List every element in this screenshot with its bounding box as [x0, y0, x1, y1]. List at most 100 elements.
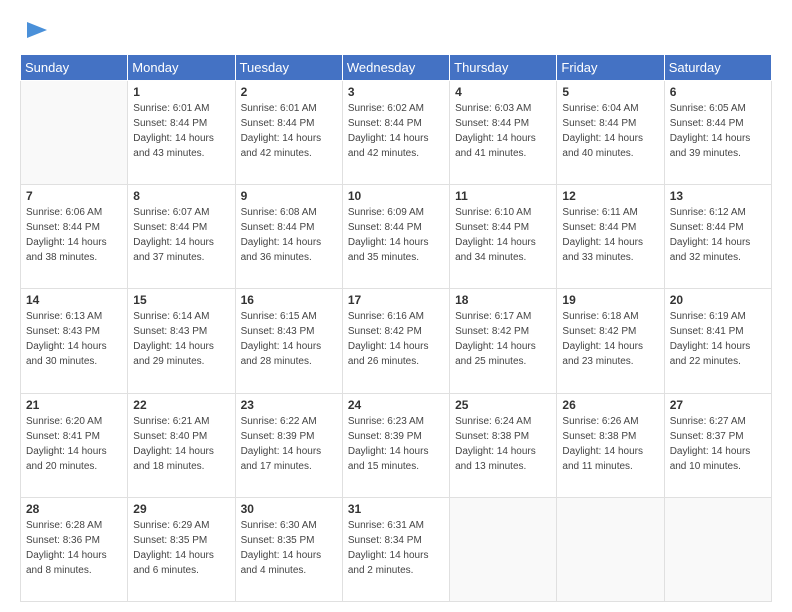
day-number: 6 — [670, 85, 766, 99]
calendar-cell: 25 Sunrise: 6:24 AMSunset: 8:38 PMDaylig… — [450, 393, 557, 497]
calendar-cell: 15 Sunrise: 6:14 AMSunset: 8:43 PMDaylig… — [128, 289, 235, 393]
calendar-cell: 29 Sunrise: 6:29 AMSunset: 8:35 PMDaylig… — [128, 497, 235, 601]
day-number: 15 — [133, 293, 229, 307]
weekday-header-row: SundayMondayTuesdayWednesdayThursdayFrid… — [21, 55, 772, 81]
calendar-cell: 6 Sunrise: 6:05 AMSunset: 8:44 PMDayligh… — [664, 81, 771, 185]
calendar-cell — [21, 81, 128, 185]
calendar-cell: 27 Sunrise: 6:27 AMSunset: 8:37 PMDaylig… — [664, 393, 771, 497]
weekday-header-thursday: Thursday — [450, 55, 557, 81]
weekday-header-saturday: Saturday — [664, 55, 771, 81]
day-number: 13 — [670, 189, 766, 203]
weekday-header-monday: Monday — [128, 55, 235, 81]
day-info: Sunrise: 6:17 AMSunset: 8:42 PMDaylight:… — [455, 309, 551, 369]
day-info: Sunrise: 6:04 AMSunset: 8:44 PMDaylight:… — [562, 101, 658, 161]
day-info: Sunrise: 6:29 AMSunset: 8:35 PMDaylight:… — [133, 518, 229, 578]
calendar-cell: 14 Sunrise: 6:13 AMSunset: 8:43 PMDaylig… — [21, 289, 128, 393]
calendar-cell — [664, 497, 771, 601]
calendar-cell: 7 Sunrise: 6:06 AMSunset: 8:44 PMDayligh… — [21, 185, 128, 289]
day-number: 14 — [26, 293, 122, 307]
day-info: Sunrise: 6:08 AMSunset: 8:44 PMDaylight:… — [241, 205, 337, 265]
day-number: 10 — [348, 189, 444, 203]
day-info: Sunrise: 6:16 AMSunset: 8:42 PMDaylight:… — [348, 309, 444, 369]
calendar-cell: 8 Sunrise: 6:07 AMSunset: 8:44 PMDayligh… — [128, 185, 235, 289]
week-row-0: 1 Sunrise: 6:01 AMSunset: 8:44 PMDayligh… — [21, 81, 772, 185]
day-info: Sunrise: 6:30 AMSunset: 8:35 PMDaylight:… — [241, 518, 337, 578]
day-number: 21 — [26, 398, 122, 412]
calendar-cell: 2 Sunrise: 6:01 AMSunset: 8:44 PMDayligh… — [235, 81, 342, 185]
day-number: 30 — [241, 502, 337, 516]
day-number: 31 — [348, 502, 444, 516]
day-number: 9 — [241, 189, 337, 203]
calendar-cell: 22 Sunrise: 6:21 AMSunset: 8:40 PMDaylig… — [128, 393, 235, 497]
day-info: Sunrise: 6:07 AMSunset: 8:44 PMDaylight:… — [133, 205, 229, 265]
calendar-cell — [450, 497, 557, 601]
calendar-cell: 5 Sunrise: 6:04 AMSunset: 8:44 PMDayligh… — [557, 81, 664, 185]
day-number: 16 — [241, 293, 337, 307]
day-info: Sunrise: 6:03 AMSunset: 8:44 PMDaylight:… — [455, 101, 551, 161]
day-info: Sunrise: 6:10 AMSunset: 8:44 PMDaylight:… — [455, 205, 551, 265]
calendar-cell: 30 Sunrise: 6:30 AMSunset: 8:35 PMDaylig… — [235, 497, 342, 601]
logo-icon — [23, 16, 51, 44]
weekday-header-sunday: Sunday — [21, 55, 128, 81]
calendar-cell: 3 Sunrise: 6:02 AMSunset: 8:44 PMDayligh… — [342, 81, 449, 185]
day-number: 27 — [670, 398, 766, 412]
calendar-cell: 1 Sunrise: 6:01 AMSunset: 8:44 PMDayligh… — [128, 81, 235, 185]
day-info: Sunrise: 6:24 AMSunset: 8:38 PMDaylight:… — [455, 414, 551, 474]
day-number: 25 — [455, 398, 551, 412]
day-number: 5 — [562, 85, 658, 99]
day-info: Sunrise: 6:22 AMSunset: 8:39 PMDaylight:… — [241, 414, 337, 474]
day-info: Sunrise: 6:27 AMSunset: 8:37 PMDaylight:… — [670, 414, 766, 474]
week-row-2: 14 Sunrise: 6:13 AMSunset: 8:43 PMDaylig… — [21, 289, 772, 393]
calendar-cell: 4 Sunrise: 6:03 AMSunset: 8:44 PMDayligh… — [450, 81, 557, 185]
day-number: 4 — [455, 85, 551, 99]
day-number: 3 — [348, 85, 444, 99]
day-info: Sunrise: 6:12 AMSunset: 8:44 PMDaylight:… — [670, 205, 766, 265]
day-info: Sunrise: 6:06 AMSunset: 8:44 PMDaylight:… — [26, 205, 122, 265]
weekday-header-friday: Friday — [557, 55, 664, 81]
day-number: 23 — [241, 398, 337, 412]
day-info: Sunrise: 6:09 AMSunset: 8:44 PMDaylight:… — [348, 205, 444, 265]
calendar-cell — [557, 497, 664, 601]
day-number: 20 — [670, 293, 766, 307]
day-number: 2 — [241, 85, 337, 99]
week-row-4: 28 Sunrise: 6:28 AMSunset: 8:36 PMDaylig… — [21, 497, 772, 601]
day-info: Sunrise: 6:20 AMSunset: 8:41 PMDaylight:… — [26, 414, 122, 474]
day-info: Sunrise: 6:05 AMSunset: 8:44 PMDaylight:… — [670, 101, 766, 161]
day-info: Sunrise: 6:28 AMSunset: 8:36 PMDaylight:… — [26, 518, 122, 578]
day-number: 22 — [133, 398, 229, 412]
calendar-cell: 31 Sunrise: 6:31 AMSunset: 8:34 PMDaylig… — [342, 497, 449, 601]
day-number: 19 — [562, 293, 658, 307]
calendar-cell: 21 Sunrise: 6:20 AMSunset: 8:41 PMDaylig… — [21, 393, 128, 497]
calendar-cell: 16 Sunrise: 6:15 AMSunset: 8:43 PMDaylig… — [235, 289, 342, 393]
header — [20, 16, 772, 44]
week-row-3: 21 Sunrise: 6:20 AMSunset: 8:41 PMDaylig… — [21, 393, 772, 497]
logo — [20, 16, 51, 44]
weekday-header-tuesday: Tuesday — [235, 55, 342, 81]
calendar-cell: 10 Sunrise: 6:09 AMSunset: 8:44 PMDaylig… — [342, 185, 449, 289]
day-info: Sunrise: 6:26 AMSunset: 8:38 PMDaylight:… — [562, 414, 658, 474]
day-info: Sunrise: 6:18 AMSunset: 8:42 PMDaylight:… — [562, 309, 658, 369]
day-info: Sunrise: 6:02 AMSunset: 8:44 PMDaylight:… — [348, 101, 444, 161]
week-row-1: 7 Sunrise: 6:06 AMSunset: 8:44 PMDayligh… — [21, 185, 772, 289]
day-number: 24 — [348, 398, 444, 412]
day-number: 7 — [26, 189, 122, 203]
calendar-cell: 28 Sunrise: 6:28 AMSunset: 8:36 PMDaylig… — [21, 497, 128, 601]
day-info: Sunrise: 6:01 AMSunset: 8:44 PMDaylight:… — [241, 101, 337, 161]
calendar-cell: 9 Sunrise: 6:08 AMSunset: 8:44 PMDayligh… — [235, 185, 342, 289]
day-number: 29 — [133, 502, 229, 516]
weekday-header-wednesday: Wednesday — [342, 55, 449, 81]
day-info: Sunrise: 6:21 AMSunset: 8:40 PMDaylight:… — [133, 414, 229, 474]
calendar: SundayMondayTuesdayWednesdayThursdayFrid… — [20, 54, 772, 602]
day-info: Sunrise: 6:14 AMSunset: 8:43 PMDaylight:… — [133, 309, 229, 369]
day-info: Sunrise: 6:13 AMSunset: 8:43 PMDaylight:… — [26, 309, 122, 369]
day-number: 26 — [562, 398, 658, 412]
calendar-cell: 18 Sunrise: 6:17 AMSunset: 8:42 PMDaylig… — [450, 289, 557, 393]
day-info: Sunrise: 6:23 AMSunset: 8:39 PMDaylight:… — [348, 414, 444, 474]
day-number: 28 — [26, 502, 122, 516]
calendar-cell: 11 Sunrise: 6:10 AMSunset: 8:44 PMDaylig… — [450, 185, 557, 289]
calendar-cell: 19 Sunrise: 6:18 AMSunset: 8:42 PMDaylig… — [557, 289, 664, 393]
page: SundayMondayTuesdayWednesdayThursdayFrid… — [0, 0, 792, 612]
day-info: Sunrise: 6:11 AMSunset: 8:44 PMDaylight:… — [562, 205, 658, 265]
calendar-cell: 12 Sunrise: 6:11 AMSunset: 8:44 PMDaylig… — [557, 185, 664, 289]
day-info: Sunrise: 6:31 AMSunset: 8:34 PMDaylight:… — [348, 518, 444, 578]
